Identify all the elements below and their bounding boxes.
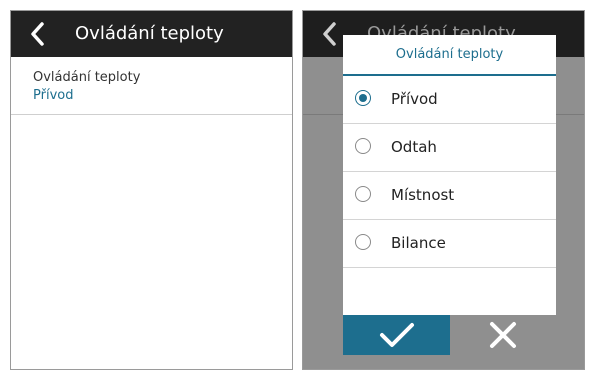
option-label: Místnost xyxy=(391,186,455,204)
option-dialog: Ovládání teploty Přívod Odtah Místnost B… xyxy=(343,35,556,355)
header-bar: Ovládání teploty xyxy=(11,11,292,57)
option-label: Odtah xyxy=(391,138,437,156)
temperature-control-setting[interactable]: Ovládání teploty Přívod xyxy=(11,57,292,115)
chevron-left-icon xyxy=(323,22,336,46)
selection-screen: Ovládání teploty Ovládání teploty Přívod… xyxy=(302,10,585,370)
setting-label: Ovládání teploty xyxy=(33,70,141,85)
option-label: Přívod xyxy=(391,90,438,108)
confirm-button[interactable] xyxy=(343,315,450,355)
option-privod[interactable]: Přívod xyxy=(343,76,556,124)
settings-screen: Ovládání teploty Ovládání teploty Přívod xyxy=(10,10,293,370)
setting-value: Přívod xyxy=(33,88,74,103)
close-icon xyxy=(490,322,516,348)
radio-selected-icon[interactable] xyxy=(355,90,371,106)
radio-unselected-icon[interactable] xyxy=(355,234,371,250)
cancel-button[interactable] xyxy=(450,315,556,355)
radio-unselected-icon[interactable] xyxy=(355,138,371,154)
dialog-title: Ovládání teploty xyxy=(395,47,504,62)
option-odtah[interactable]: Odtah xyxy=(343,124,556,172)
radio-unselected-icon[interactable] xyxy=(355,186,371,202)
option-bilance[interactable]: Bilance xyxy=(343,220,556,268)
chevron-left-icon[interactable] xyxy=(29,21,45,47)
page-title: Ovládání teploty xyxy=(75,23,224,44)
option-label: Bilance xyxy=(391,234,446,252)
option-mistnost[interactable]: Místnost xyxy=(343,172,556,220)
checkmark-icon xyxy=(379,323,414,347)
